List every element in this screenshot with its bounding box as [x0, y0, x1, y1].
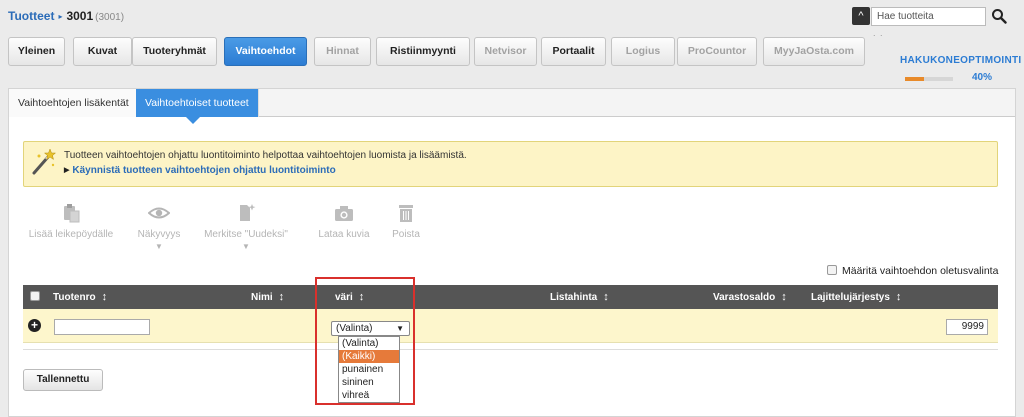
chevron-down-icon: ▼	[155, 242, 163, 251]
magic-wand-icon	[32, 148, 56, 175]
tab-vaihtoehdot[interactable]: Vaihtoehdot	[224, 37, 307, 66]
action-add-to-clipboard[interactable]: Lisää leikepöydälle	[21, 203, 121, 240]
seo-progress-bar	[905, 77, 953, 81]
subtab-label: Vaihtoehtoiset tuotteet	[145, 97, 249, 109]
action-upload-images[interactable]: Lataa kuvia	[314, 203, 374, 240]
tab-ristiinmyynti[interactable]: Ristiinmyynti	[376, 37, 470, 66]
subtab-vaihtoehtoiset-tuotteet[interactable]: Vaihtoehtoiset tuotteet	[136, 89, 259, 124]
new-document-icon	[240, 204, 256, 221]
breadcrumb: Tuotteet ▸ 3001 (3001)	[8, 9, 124, 23]
column-header-label: Tuotenro	[53, 292, 96, 303]
wizard-notice: Tuotteen vaihtoehtojen ohjattu luontitoi…	[23, 141, 998, 187]
breadcrumb-parent-link[interactable]: Tuotteet	[8, 9, 54, 23]
column-header-varastosaldo[interactable]: Varastosaldo ↕	[713, 291, 787, 303]
column-header-label: Nimi	[251, 292, 273, 303]
triangle-icon: ▶	[64, 167, 70, 174]
tab-procountor[interactable]: ProCountor	[677, 37, 757, 66]
breadcrumb-separator-icon: ▸	[58, 12, 63, 21]
table-header: Tuotenro ↕ Nimi ↕ väri ↕ Listahinta ↕ Varast…	[23, 285, 998, 309]
subtab-bar: Vaihtoehtojen lisäkentät Vaihtoehtoiset …	[9, 89, 1015, 124]
tab-kuvat[interactable]: Kuvat	[73, 37, 132, 66]
wizard-start-link[interactable]: ▶ Käynnistä tuotteen vaihtoehtojen ohjatt…	[64, 165, 336, 176]
table-row-spacer	[23, 343, 998, 350]
column-header-nimi[interactable]: Nimi ↕	[251, 291, 284, 303]
sort-icon[interactable]: ↕	[781, 291, 787, 303]
action-label: Poista	[392, 229, 420, 240]
tab-logius[interactable]: Logius	[611, 37, 675, 66]
tab-tuoteryhmat[interactable]: Tuoteryhmät	[132, 37, 217, 66]
wizard-link-label: Käynnistä tuotteen vaihtoehtojen ohjattu…	[72, 165, 336, 176]
add-row-icon[interactable]: +	[28, 319, 41, 332]
default-option-checkbox[interactable]: Määritä vaihtoehdon oletusvalinta	[827, 265, 998, 277]
table-row-new: + 9999	[23, 309, 998, 343]
checkbox[interactable]	[827, 265, 837, 275]
tab-portaalit[interactable]: Portaalit	[541, 37, 606, 66]
annotation-highlight-box	[315, 277, 415, 405]
action-label: Lisää leikepöydälle	[28, 229, 114, 240]
clipboard-icon	[64, 204, 80, 223]
subtab-label: Vaihtoehtojen lisäkentät	[18, 97, 129, 109]
action-label: Näkyvyys	[137, 229, 181, 240]
subtab-vaihtoehtojen-lisakentat[interactable]: Vaihtoehtojen lisäkentät	[9, 89, 139, 117]
select-all-checkbox[interactable]	[30, 291, 40, 301]
active-pointer	[186, 117, 200, 124]
camera-icon	[335, 206, 353, 221]
product-number: 3001	[66, 9, 94, 23]
column-header-label: Varastosaldo	[713, 292, 776, 303]
action-mark-new[interactable]: Merkitse "Uudeksi" ▼	[201, 203, 291, 251]
action-label: Lataa kuvia	[318, 229, 370, 240]
seo-percent: 40%	[972, 72, 993, 83]
seo-title: HAKUKONEOPTIMOINTI	[900, 55, 1022, 66]
column-header-label: Listahinta	[550, 292, 598, 303]
options-panel: Vaihtoehtojen lisäkentät Vaihtoehtoiset …	[8, 88, 1016, 417]
sort-icon[interactable]: ↕	[279, 291, 285, 303]
top-bar: Tuotteet ▸ 3001 (3001) ^	[0, 0, 1024, 34]
tab-myyjaosta[interactable]: MyyJaOsta.com	[763, 37, 865, 66]
seo-progress-fill	[905, 77, 925, 81]
more-dots: . .	[873, 28, 884, 38]
tab-netvisor[interactable]: Netvisor	[474, 37, 537, 66]
action-delete[interactable]: Poista	[381, 203, 431, 240]
trash-icon	[399, 205, 413, 222]
search-input[interactable]	[871, 7, 986, 26]
notice-text: Tuotteen vaihtoehtojen ohjattu luontitoi…	[64, 150, 467, 161]
sort-icon[interactable]: ↕	[896, 291, 902, 303]
action-label: Merkitse "Uudeksi"	[204, 229, 288, 240]
column-header-tuotenro[interactable]: Tuotenro ↕	[53, 291, 107, 303]
column-header-lajittelujarjestys[interactable]: Lajittelujärjestys ↕	[811, 291, 901, 303]
sort-icon[interactable]: ↕	[102, 291, 108, 303]
search-icon[interactable]	[991, 8, 1007, 24]
default-option-label: Määritä vaihtoehdon oletusvalinta	[842, 265, 999, 277]
product-number-sub: (3001)	[95, 12, 125, 23]
sort-icon[interactable]: ↕	[603, 291, 609, 303]
collapse-icon[interactable]: ^	[852, 7, 870, 25]
chevron-down-icon: ▼	[242, 242, 250, 251]
tuotenro-input[interactable]	[54, 319, 150, 335]
lajittelujarjestys-input[interactable]: 9999	[946, 319, 988, 335]
save-button[interactable]: Tallennettu	[23, 369, 103, 391]
action-visibility[interactable]: Näkyvyys ▼	[129, 203, 189, 251]
tab-yleinen[interactable]: Yleinen	[8, 37, 65, 66]
eye-icon	[148, 207, 170, 219]
column-header-label: Lajittelujärjestys	[811, 292, 890, 303]
column-header-listahinta[interactable]: Listahinta ↕	[550, 291, 609, 303]
seo-meter: HAKUKONEOPTIMOINTI 40%	[900, 55, 1024, 83]
tab-hinnat[interactable]: Hinnat	[314, 37, 371, 66]
